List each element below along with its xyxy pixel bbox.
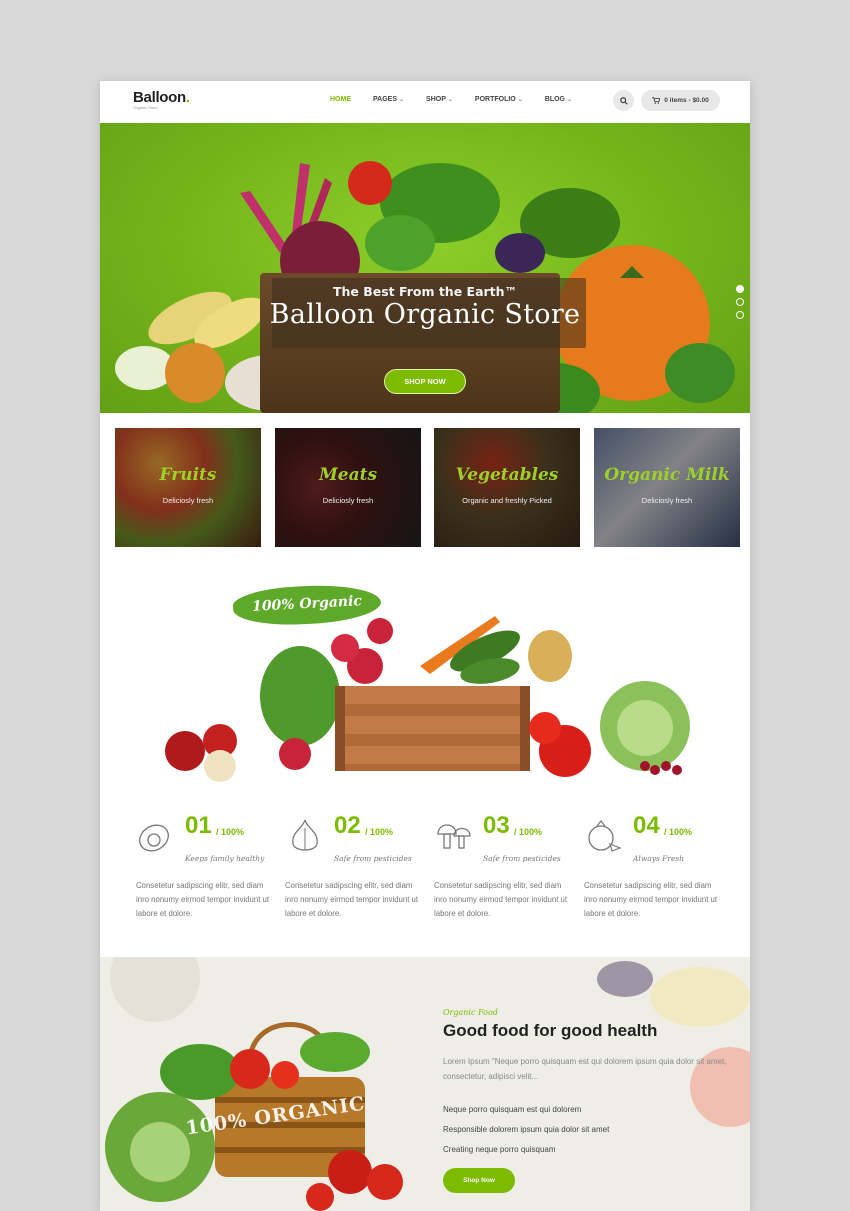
chevron-down-icon: ⌄ [399,97,405,103]
slider-dot-2[interactable] [736,298,744,306]
good-food-paragraph: Lorem Ipsum "Neque porro quisquam est qu… [443,1057,727,1081]
organic-basket-image [105,957,750,1211]
nav-pages[interactable]: PAGES ⌄ [373,96,404,103]
bullet-item: Neque porro quisquam est qui dolorem [443,1105,582,1114]
hero-title: Balloon Organic Store [269,299,581,330]
search-icon [619,96,628,105]
good-food-title: Good food for good health [443,1021,658,1040]
feature-name: Always Fresh [633,854,685,863]
chevron-down-icon: ⌄ [517,97,523,103]
feature-text: Consetetur sadipscing elitr, sed diam in… [136,881,270,918]
tile-subtitle: Deliciosly fresh [162,496,214,505]
feature-text: Consetetur sadipscing elitr, sed diam in… [584,881,718,918]
feature-text: Consetetur sadipscing elitr, sed diam in… [434,881,568,918]
bullet-item: Responsible dolorem ipsum quia dolor sit… [443,1125,610,1134]
main-nav: HOME PAGES ⌄ SHOP ⌄ PORTFOLIO ⌄ BLOG ⌄ [330,96,594,103]
feature-percent: / 100% [216,827,245,837]
bullet-item: Creating neque porro quisquam [443,1145,556,1154]
garlic-icon [292,819,318,851]
nav-home-label: HOME [330,96,351,103]
chevron-down-icon: ⌄ [567,97,573,103]
logo-subtitle: Organic Store [133,105,158,110]
avocado-icon [139,824,169,852]
slider-dot-3[interactable] [736,311,744,319]
nav-portfolio-label: PORTFOLIO [474,96,516,103]
slider-dot-1[interactable] [736,285,744,293]
search-button[interactable] [613,90,634,111]
category-tile-vegetables[interactable]: Vegetables Organic and freshly Picked [434,428,580,547]
category-tile-meats[interactable]: Meats Deliciosly fresh [275,428,421,547]
feature-percent: / 100% [365,827,394,837]
good-food-eyebrow: Organic Food [443,1008,498,1017]
logo-text: Balloon [133,89,186,106]
tile-title: Fruits [159,465,217,485]
nav-portfolio[interactable]: PORTFOLIO ⌄ [475,96,523,103]
slider-dots [736,285,744,319]
tile-overlay [275,428,421,547]
feature-name: Keeps family healthy [185,854,265,863]
mushroom-icon [437,824,471,849]
pomegranate-icon [588,819,622,852]
tile-title: Organic Milk [604,465,730,485]
organic-produce-section: 100% Organic [100,556,750,801]
category-tile-organic-milk[interactable]: Organic Milk Deliciosly fresh [594,428,740,547]
feature-number: 04 [633,812,660,839]
tile-overlay [594,428,740,547]
hero-shop-now-button[interactable]: SHOP NOW [384,369,466,394]
hero-tagline: The Best From the Earth™ [332,284,518,299]
produce-crate-image [165,616,690,782]
tile-subtitle: Organic and freshly Picked [462,496,552,505]
good-food-section: 100% ORGANIC Organic Food Good food for … [100,957,750,1211]
tile-overlay [115,428,261,547]
feature-text: Consetetur sadipscing elitr, sed diam in… [285,881,419,918]
nav-blog[interactable]: BLOG ⌄ [545,96,572,103]
cart-label: 0 items - $0.00 [664,97,709,104]
feature-number: 02 [334,812,361,839]
cart-icon [652,97,661,104]
feature-percent: / 100% [664,827,693,837]
tile-title: Meats [318,465,378,485]
feature-percent: / 100% [514,827,543,837]
feature-name: Safe from pesticides [334,854,412,863]
feature-number: 01 [185,812,212,839]
category-tile-fruits[interactable]: Fruits Deliciosly fresh [115,428,261,547]
tile-subtitle: Deliciosly fresh [641,496,693,505]
tile-title: Vegetables [455,465,559,485]
nav-shop-label: SHOP [426,96,446,103]
tile-overlay [434,428,580,547]
page-container: Balloon. Organic Store HOME PAGES ⌄ SHOP ⌄… [100,81,750,1211]
nav-shop[interactable]: SHOP ⌄ [426,96,453,103]
good-food-shop-now-button[interactable]: Shop Now [443,1168,515,1193]
good-food-bullets: Neque porro quisquam est qui dolorem Res… [443,1100,609,1160]
nav-blog-label: BLOG [544,96,566,103]
chevron-down-icon: ⌄ [447,97,453,103]
nav-home[interactable]: HOME [330,96,351,103]
nav-pages-label: PAGES [373,96,397,103]
cart-button[interactable]: 0 items - $0.00 [641,90,720,111]
logo-dot: . [185,89,190,106]
feature-name: Safe from pesticides [483,854,561,863]
site-logo[interactable]: Balloon. [133,89,190,106]
hero-slider: The Best From the Earth™ Balloon Organic… [100,123,750,413]
tile-subtitle: Deliciosly fresh [322,496,374,505]
feature-number: 03 [483,812,510,839]
site-header: Balloon. Organic Store HOME PAGES ⌄ SHOP ⌄… [100,81,750,123]
